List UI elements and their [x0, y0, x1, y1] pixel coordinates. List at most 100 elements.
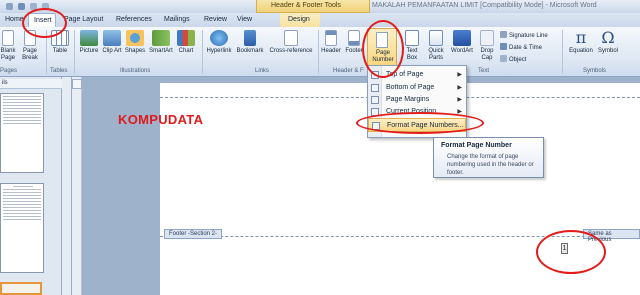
- equation-button[interactable]: π Equation: [566, 30, 596, 55]
- tab-mailings[interactable]: Mailings: [164, 16, 190, 23]
- blank-page-label: Blank Page: [0, 48, 16, 61]
- thumbnail-pane-title: ils: [2, 80, 8, 86]
- wordart-label: WordArt: [451, 48, 473, 54]
- page-margins-icon: [371, 96, 379, 104]
- annotation-circle-page-num: [536, 230, 606, 274]
- bookmark-icon: [244, 30, 256, 46]
- tooltip: Format Page Number Change the format of …: [433, 137, 544, 178]
- tab-design-label: Design: [288, 16, 310, 23]
- clip-art-icon: [103, 30, 121, 46]
- thumbnail-pane-header: ils: [0, 79, 62, 89]
- clip-art-label: Clip Art: [102, 48, 122, 54]
- submenu-arrow-icon: ▶: [457, 97, 462, 103]
- tab-view[interactable]: View: [237, 16, 252, 23]
- equation-label: Equation: [569, 48, 593, 54]
- group-label-links: Links: [255, 68, 270, 74]
- chart-label: Chart: [178, 48, 194, 54]
- bookmark-label: Bookmark: [236, 48, 264, 54]
- calendar-icon: [500, 43, 507, 50]
- watermark-text: KOMPUDATA: [118, 112, 204, 127]
- text-box-icon: [405, 30, 419, 46]
- quick-parts-button[interactable]: Quick Parts: [424, 30, 448, 62]
- tab-references[interactable]: References: [116, 16, 152, 23]
- wordart-icon: [453, 30, 471, 46]
- annotation-circle-format: [356, 112, 484, 134]
- omega-icon: Ω: [601, 28, 615, 47]
- group-label-header-footer: Header & F: [333, 68, 364, 74]
- group-label-illustrations: Illustrations: [120, 68, 151, 74]
- cross-reference-button[interactable]: Cross-reference: [266, 30, 316, 55]
- tab-review[interactable]: Review: [204, 16, 227, 23]
- current-page-thumbnail[interactable]: [0, 282, 42, 295]
- quick-parts-icon: [429, 30, 443, 46]
- word-logo-icon[interactable]: [6, 3, 13, 10]
- tooltip-title: Format Page Number: [441, 142, 512, 149]
- annotation-circle-page-number: [362, 20, 404, 78]
- tab-design[interactable]: Design: [280, 13, 320, 27]
- bottom-of-page-icon: [371, 84, 379, 92]
- tab-home[interactable]: Home: [5, 16, 24, 23]
- pi-icon: π: [575, 28, 587, 47]
- date-time-label: Date & Time: [509, 45, 543, 51]
- group-label-text: Text: [478, 68, 490, 74]
- vertical-ruler: [72, 77, 82, 295]
- signature-line-label: Signature Line: [509, 33, 548, 39]
- thumbnail-scrollbar[interactable]: [62, 77, 72, 295]
- text-box-label: Text Box: [406, 48, 418, 61]
- shapes-icon: [126, 30, 144, 46]
- object-icon: [500, 55, 507, 62]
- symbol-button[interactable]: Ω Symbol: [597, 30, 619, 55]
- contextual-tab-header: Header & Footer Tools: [256, 0, 370, 13]
- text-box-button[interactable]: Text Box: [402, 30, 422, 62]
- blank-page-button[interactable]: Blank Page: [0, 30, 16, 62]
- group-label-tables: Tables: [50, 68, 68, 74]
- drop-cap-button[interactable]: Drop Cap: [477, 30, 497, 62]
- header-button[interactable]: Header: [320, 30, 342, 55]
- hyperlink-button[interactable]: Hyperlink: [204, 30, 234, 55]
- picture-button[interactable]: Picture: [78, 30, 100, 55]
- smartart-button[interactable]: SmartArt: [148, 30, 174, 55]
- group-label-symbols: Symbols: [583, 68, 607, 74]
- object-label: Object: [509, 57, 527, 63]
- signature-line-button[interactable]: Signature Line: [500, 31, 548, 39]
- hyperlink-icon: [210, 30, 228, 46]
- submenu-arrow-icon: ▶: [457, 72, 462, 78]
- footer-label: Footer: [345, 48, 363, 54]
- cross-reference-icon: [284, 30, 298, 46]
- hyperlink-label: Hyperlink: [206, 48, 232, 54]
- group-separator: [74, 30, 75, 74]
- smartart-icon: [152, 30, 170, 46]
- group-separator: [202, 30, 203, 74]
- table-label: Table: [52, 48, 68, 54]
- shapes-button[interactable]: Shapes: [124, 30, 146, 55]
- object-button[interactable]: Object: [500, 55, 526, 63]
- footer-section-tag: Footer -Section 2-: [164, 229, 223, 239]
- group-separator: [318, 30, 319, 74]
- menu-item-label: Page Margins: [386, 96, 430, 103]
- clip-art-button[interactable]: Clip Art: [102, 30, 122, 55]
- chart-icon: [177, 30, 195, 46]
- contextual-header-label: Header & Footer Tools: [271, 2, 341, 9]
- tooltip-body: Change the format of page numbering used…: [447, 154, 534, 176]
- tab-selector[interactable]: [72, 79, 82, 89]
- tab-page-layout[interactable]: Page Layout: [64, 16, 103, 23]
- header-icon: [325, 30, 337, 46]
- menu-item-label: Bottom of Page: [386, 84, 435, 91]
- drop-cap-icon: [480, 30, 494, 46]
- wordart-button[interactable]: WordArt: [449, 30, 475, 55]
- header-label: Header: [321, 48, 341, 54]
- picture-label: Picture: [79, 48, 99, 54]
- chart-button[interactable]: Chart: [176, 30, 196, 55]
- page-break-label: Page Break: [22, 48, 38, 61]
- page-thumbnail[interactable]: [0, 183, 44, 273]
- date-time-button[interactable]: Date & Time: [500, 43, 542, 51]
- page-thumbnail[interactable]: [0, 93, 44, 173]
- smartart-label: SmartArt: [149, 48, 173, 54]
- window-title: MAKALAH PEMANFAATAN LIMIT [Compatibility…: [372, 2, 597, 9]
- symbol-label: Symbol: [597, 48, 618, 54]
- signature-icon: [500, 31, 507, 38]
- bookmark-button[interactable]: Bookmark: [235, 30, 265, 55]
- submenu-arrow-icon: ▶: [457, 85, 462, 91]
- shapes-label: Shapes: [124, 48, 146, 54]
- save-icon[interactable]: [18, 3, 25, 10]
